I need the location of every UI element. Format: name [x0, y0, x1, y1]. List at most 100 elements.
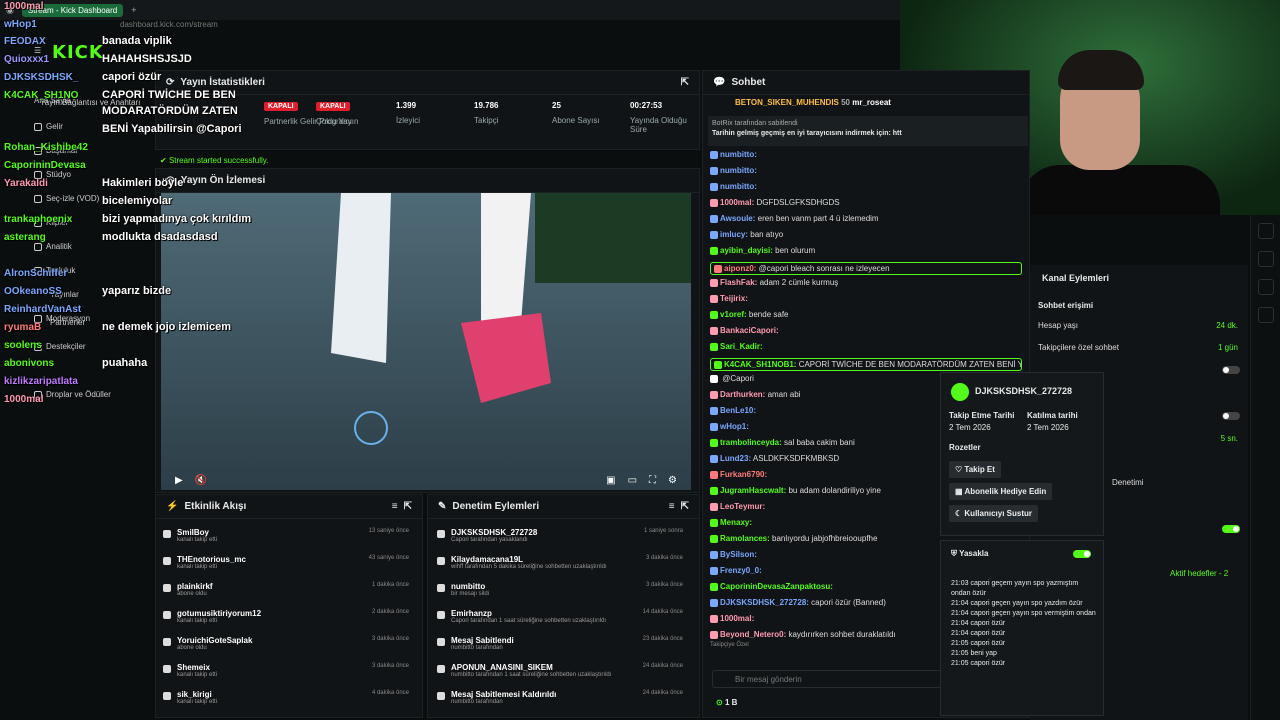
chat-message[interactable]: BySilson: [710, 550, 757, 559]
wrench-icon[interactable] [1258, 307, 1274, 323]
chat-message[interactable]: 1000mal: [710, 614, 754, 623]
hamburger-icon[interactable]: ☰ [34, 46, 41, 55]
chat-username[interactable]: Beyond_Netero0: [720, 630, 786, 639]
chat-message[interactable]: Ramolances: banlıyordu jabjofhbreiooupfh… [710, 534, 877, 543]
chat-username[interactable]: Teijirix: [720, 294, 748, 303]
popout-icon[interactable]: ⇱ [404, 501, 412, 512]
chat-username[interactable]: BySilson: [720, 550, 757, 559]
chat-message[interactable]: CaporininDevasaZanpaktosu: [710, 582, 833, 591]
chat-username[interactable]: Furkan6790: [720, 470, 767, 479]
chat-username[interactable]: Menaxy: [720, 518, 752, 527]
chat-toggle-icon[interactable] [1258, 223, 1274, 239]
browser-tab[interactable]: Stream - Kick Dashboard [21, 3, 124, 17]
moderation-row[interactable]: Emirhanzp Capori tarafından 1 saat süreli… [437, 609, 691, 624]
chat-username[interactable]: numbitto: [720, 166, 757, 175]
kick-logo[interactable]: KICK [52, 42, 104, 63]
chat-username[interactable]: BankaciCapori: [720, 326, 779, 335]
chat-message[interactable]: imlucy: ban atıyo [710, 230, 783, 239]
popout-icon[interactable]: ⇱ [681, 77, 689, 88]
nav-item-vod[interactable]: Seç-izle (VOD) [34, 194, 99, 203]
fullscreen-icon[interactable]: ⛶ [649, 475, 656, 486]
settings-icon[interactable]: ⚙ [668, 475, 677, 486]
toggle-2[interactable] [1222, 412, 1240, 420]
new-tab-icon[interactable]: + [131, 5, 136, 15]
chat-message[interactable]: v1oref: bende safe [710, 310, 789, 319]
activity-row[interactable]: plainkirkf abone oldu 1 dakika önce [163, 582, 417, 597]
follower-only-row[interactable]: Takipçilere özel sohbet 1 gün [1038, 343, 1238, 352]
chat-message[interactable]: Teijirix: [710, 294, 748, 303]
chat-message[interactable]: Menaxy: [710, 518, 752, 527]
moderation-row[interactable]: DJKSKSDHSK_272728 Capori tarafından yasak… [437, 528, 691, 543]
chat-username[interactable]: JugramHascwalt: [720, 486, 786, 495]
chat-message[interactable]: FlashFak: adam 2 cümle kurmuş [710, 278, 838, 287]
chat-username[interactable]: 1000mal: [720, 198, 754, 207]
filter-icon[interactable]: ≡ [669, 501, 675, 512]
chat-username[interactable]: LeoTeymur: [720, 502, 765, 511]
ban-toggle[interactable] [1073, 550, 1091, 558]
activity-row[interactable]: THEnotorious_mc kanalı takip etti 43 saniy… [163, 555, 417, 570]
chat-username[interactable]: numbitto: [720, 150, 757, 159]
activity-row[interactable]: gotumusiktiriyorum12 kanalı takip etti 2 d… [163, 609, 417, 624]
mute-icon[interactable]: 🔇 [195, 475, 207, 486]
theater-icon[interactable]: ▭ [628, 475, 637, 486]
nav-item-achievements[interactable]: Başarılar [34, 146, 78, 155]
chat-username[interactable]: DJKSKSDHSK_272728: [720, 598, 809, 607]
pip-icon[interactable]: ▣ [606, 475, 615, 486]
save-icon[interactable] [1258, 279, 1274, 295]
activity-row[interactable]: sik_kirigi kanalı takip etti 4 dakika önce [163, 690, 417, 705]
chat-message[interactable]: wHop1: [710, 422, 749, 431]
browser-menu-icon[interactable]: ◉ [6, 5, 14, 16]
moderation-row[interactable]: Mesaj Sabitlemesi Kaldırıldı numbitto tar… [437, 690, 691, 705]
chat-message[interactable]: 1000mal: DGFDSLGFKSDHGDS [710, 198, 840, 207]
chat-username[interactable]: Ramolances: [720, 534, 770, 543]
chat-username[interactable]: Frenzy0_0: [720, 566, 762, 575]
chat-message[interactable]: Furkan6790: [710, 470, 767, 479]
chat-username[interactable]: wHop1: [720, 422, 749, 431]
chat-message[interactable]: Beyond_Netero0: kaydırırken sohbet durak… [710, 630, 896, 639]
chat-username[interactable]: 1000mal: [720, 614, 754, 623]
chat-message[interactable]: Darthurken: aman abi [710, 390, 800, 399]
chat-message[interactable]: ayibin_dayisi: ben olurum [710, 246, 815, 255]
nav-item-community[interactable]: Topluluk [34, 266, 75, 275]
chat-username[interactable]: BenLe10: [720, 406, 756, 415]
chat-username[interactable]: FlashFak: [720, 278, 757, 287]
chat-message[interactable]: K4CAK_SH1NOB1: CAPORİ TWİCHE DE BEN MODA… [710, 358, 1022, 371]
chat-message[interactable]: Lund23: ASLDKFKSDFKMBKSD [710, 454, 839, 463]
chat-message[interactable]: @Capori [710, 374, 754, 383]
nav-item-supporters[interactable]: Destekçiler [34, 342, 86, 351]
chat-username[interactable]: v1oref: [720, 310, 747, 319]
chat-username[interactable]: trambolinceyda: [720, 438, 782, 447]
chat-username[interactable]: numbitto: [720, 182, 757, 191]
active-goals-row[interactable]: Aktif hedefler - 2 [1170, 569, 1238, 578]
chat-message[interactable]: BankaciCapori: [710, 326, 779, 335]
chat-username[interactable]: K4CAK_SH1NOB1: [724, 360, 796, 369]
toggle-1[interactable] [1222, 366, 1240, 374]
gift-sub-button[interactable]: ▦ Abonelik Hediye Edin [949, 483, 1053, 500]
chat-message[interactable]: numbitto: [710, 182, 757, 191]
chat-message[interactable]: Sari_Kadir: [710, 342, 763, 351]
chat-message[interactable]: LeoTeymur: [710, 502, 765, 511]
chat-username[interactable]: Sari_Kadir: [720, 342, 763, 351]
moderation-row[interactable]: Kilaydamacana19L wihff tarafından 5 dakik… [437, 555, 691, 570]
nav-item-drops[interactable]: Droplar ve Ödüller [34, 390, 111, 399]
moderation-row[interactable]: numbitto bir mesajı sildi 3 dakika önce [437, 582, 691, 597]
play-icon[interactable]: ▶ [175, 475, 183, 486]
activity-row[interactable]: SmilBoy kanalı takip etti 13 saniye önce [163, 528, 417, 543]
chat-username[interactable]: ayibin_dayisi: [720, 246, 773, 255]
activity-row[interactable]: Shemeix kanalı takip etti 3 dakika önce [163, 663, 417, 678]
activity-row[interactable]: YoruichiGoteSaplak abone oldu 3 dakika önc… [163, 636, 417, 651]
chat-username[interactable]: Awsoule: [720, 214, 755, 223]
toggle-3[interactable] [1222, 525, 1240, 533]
chat-message[interactable]: Frenzy0_0: [710, 566, 762, 575]
chat-username[interactable]: aiponz0: [724, 264, 756, 273]
filter-icon[interactable]: ≡ [392, 501, 398, 512]
nav-item-studio[interactable]: Stüdyo [34, 170, 71, 179]
chat-message[interactable]: aiponz0: @capori bleach sonrası ne izley… [710, 262, 1022, 275]
chat-message[interactable]: trambolinceyda: sal baba cakim bani [710, 438, 855, 447]
nav-item-streams[interactable]: Yayınlar [50, 290, 79, 299]
nav-item-analytics[interactable]: Analitik [34, 242, 72, 251]
chat-username[interactable]: CaporininDevasaZanpaktosu: [720, 582, 833, 591]
chat-message[interactable]: DJKSKSDHSK_272728: capori özür (Banned) [710, 598, 886, 607]
chat-username[interactable]: imlucy: [720, 230, 748, 239]
mute-user-button[interactable]: ☾ Kullanıcıyı Sustur [949, 505, 1038, 522]
